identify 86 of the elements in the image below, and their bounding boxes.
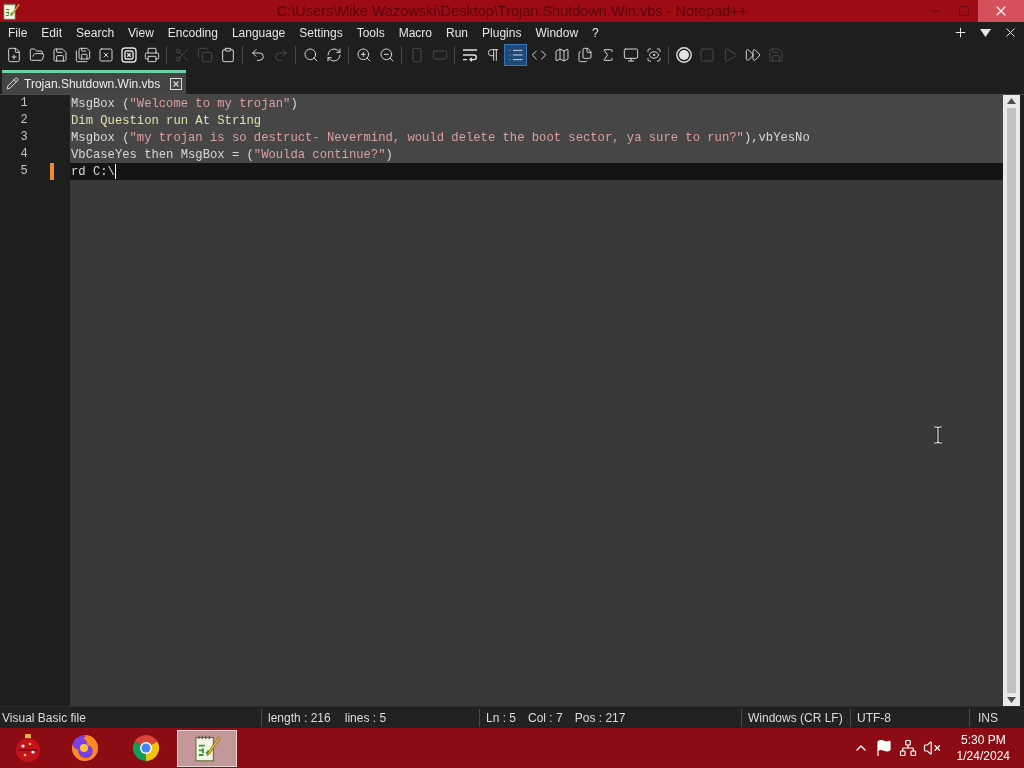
globe-icon (71, 734, 99, 762)
map-icon (553, 47, 570, 63)
rectangle-horizontal-icon (431, 47, 448, 63)
wrap-icon (461, 47, 478, 63)
redo-icon (272, 47, 289, 63)
maximize-icon (957, 5, 970, 17)
scan-eye-icon (645, 47, 662, 63)
code-line: VbCaseYes then MsgBox = ("Woulda continue?") (71, 147, 393, 162)
undo-icon (249, 47, 266, 63)
line-number: 4 (19, 146, 29, 163)
text-cursor-icon (933, 426, 943, 444)
close-all-icon (120, 47, 137, 63)
zoom-in-icon (355, 47, 372, 63)
save-icon (51, 47, 68, 63)
insert-mode-label: INS (978, 710, 998, 725)
network-icon[interactable] (898, 739, 917, 757)
line-number: 3 (19, 129, 29, 146)
file-tab[interactable]: Trojan.Shutdown.Win.vbs (2, 70, 187, 94)
list-icon (507, 47, 524, 63)
folder-icon (28, 47, 45, 63)
copy-icon (196, 47, 213, 63)
cycle-arrows-icon (325, 47, 342, 63)
scroll-up-icon[interactable] (1007, 98, 1016, 104)
plus-icon[interactable] (953, 25, 968, 40)
stop-icon (698, 47, 715, 63)
files-icon (576, 47, 593, 63)
scissors-icon (173, 47, 190, 63)
menu-item[interactable]: Search (69, 23, 122, 42)
caret-down-icon[interactable] (980, 28, 991, 37)
code-line: rd C:\ (71, 164, 115, 179)
clock-time[interactable]: 5:30 PM (960, 732, 1006, 748)
lines-count-label: lines : 5 (344, 710, 387, 725)
notepad-icon (193, 734, 221, 762)
menu-item[interactable]: Window (528, 23, 586, 42)
window-title: C:\Users\Mike Wazowski\Desktop\Trojan.Shutdown.Win.vbs - Notepad++ (276, 3, 748, 19)
code-line: MsgBox ("Welcome to my trojan") (71, 96, 298, 111)
scrollbar[interactable] (1003, 95, 1020, 706)
monitor-icon (622, 47, 639, 63)
column-position: Col : 7 (528, 710, 563, 725)
file-plus-icon (5, 47, 22, 63)
zoom-out-icon (378, 47, 395, 63)
scrollbar-thumb[interactable] (1007, 108, 1016, 693)
code-line: Msgbox ("my trojan is so destruct- Nevermind, would delete the boot sector, ya sure to run?"),vbYesNo (71, 130, 810, 145)
printer-icon (143, 47, 160, 63)
pencil-icon (6, 77, 19, 90)
menu-item[interactable]: View (121, 23, 161, 42)
line-number: 2 (19, 112, 29, 129)
notepad-icon (2, 2, 20, 20)
close-icon (97, 47, 114, 63)
save-all-icon (74, 47, 91, 63)
encoding-label: UTF-8 (857, 710, 891, 725)
search-icon (302, 47, 319, 63)
menu-item[interactable]: Edit (34, 23, 70, 42)
speaker-muted-icon[interactable] (922, 739, 941, 757)
line-position: Ln : 5 (486, 710, 517, 725)
clock-date[interactable]: 1/24/2024 (956, 748, 1010, 764)
indent-guide-button[interactable] (504, 44, 527, 66)
ornament-icon (13, 733, 42, 763)
flag-icon[interactable] (874, 739, 893, 757)
wheel-icon (132, 734, 160, 762)
text-caret (114, 164, 116, 179)
character-position: Pos : 217 (574, 710, 626, 725)
menu-item[interactable]: Settings (292, 23, 350, 42)
clipboard-icon (219, 47, 236, 63)
close-icon[interactable] (1003, 25, 1018, 40)
menu-item[interactable]: File (1, 23, 35, 42)
close-icon[interactable] (170, 77, 183, 90)
file-type-label: Visual Basic file (2, 710, 86, 725)
notepad-app-button[interactable] (177, 729, 237, 767)
fast-forward-icon (744, 47, 761, 63)
menu-item[interactable]: Encoding (160, 23, 225, 42)
menu-item[interactable]: Macro (391, 23, 439, 42)
scroll-down-icon[interactable] (1007, 697, 1016, 703)
menu-item[interactable]: ? (585, 23, 606, 42)
menu-item[interactable]: Language (224, 23, 293, 42)
menu-item[interactable]: Run (439, 23, 476, 42)
menu-item[interactable]: Tools (349, 23, 392, 42)
save-icon (767, 47, 784, 63)
line-number: 5 (19, 163, 29, 180)
code-icon (530, 47, 547, 63)
menu-item[interactable]: Plugins (475, 23, 529, 42)
line-ending-label: Windows (CR LF) (748, 710, 843, 725)
record-icon (675, 47, 692, 63)
length-label: length : 216 (268, 710, 331, 725)
code-line: Dim Question run At String (71, 113, 262, 128)
line-number: 1 (19, 95, 29, 112)
